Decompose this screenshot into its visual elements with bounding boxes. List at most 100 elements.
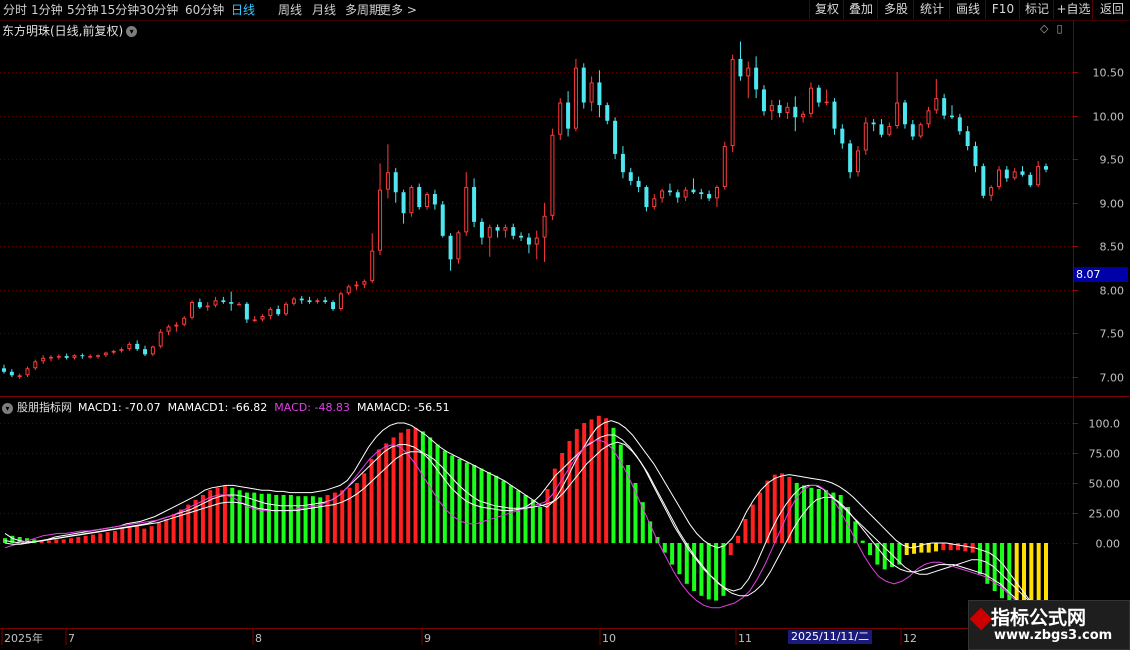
histogram-bar — [567, 441, 572, 543]
candle-body — [237, 303, 242, 306]
histogram-bar — [369, 459, 374, 543]
indicator-tick-label: 100.0 — [1089, 418, 1121, 431]
candle-body — [268, 309, 273, 316]
candle-body — [824, 101, 829, 104]
histogram-bar — [391, 437, 396, 543]
candle-body — [691, 189, 696, 193]
histogram-bar — [156, 522, 161, 543]
histogram-bar — [98, 533, 103, 543]
histogram-bar — [516, 490, 521, 543]
histogram-bar — [266, 493, 271, 543]
histogram-bar — [178, 509, 183, 543]
candle-body — [276, 309, 281, 315]
candle-body — [182, 317, 187, 325]
candle-body — [777, 105, 782, 113]
histogram-bar — [956, 543, 961, 551]
candle-body — [409, 187, 414, 214]
candle-body — [49, 356, 54, 359]
candle-body — [2, 368, 6, 372]
histogram-bar — [288, 495, 293, 543]
candle-body — [840, 128, 845, 144]
histogram-bar — [699, 543, 704, 596]
histogram-bar — [582, 423, 587, 543]
histogram-bar — [281, 495, 286, 543]
candle-body — [464, 187, 469, 233]
candle-body — [730, 58, 735, 147]
candle-body — [323, 300, 328, 303]
candle-body — [417, 187, 422, 208]
histogram-bar — [596, 415, 601, 543]
histogram-bar — [545, 489, 550, 543]
histogram-bar — [46, 540, 51, 543]
candle-body — [425, 194, 430, 208]
histogram-bar — [1000, 543, 1005, 599]
histogram-bar — [772, 474, 777, 543]
histogram-bar — [816, 489, 821, 543]
histogram-bar — [750, 504, 755, 543]
indicator-collapse-icon[interactable]: ▾ — [2, 402, 13, 414]
candle-body — [378, 189, 383, 251]
candle-body — [613, 120, 618, 154]
x-tick-label: 9 — [424, 632, 431, 645]
highlight-date: 2025/11/11/二 — [788, 630, 873, 644]
candle-body — [581, 67, 586, 103]
candle-body — [1028, 174, 1033, 186]
candle-body — [362, 281, 367, 285]
histogram-bar — [670, 543, 675, 565]
candle-body — [895, 102, 900, 127]
candle-body — [699, 192, 704, 194]
price-chart[interactable]: 10.50 10.00 9.50 9.00 8.50 8.00 7.50 7.00 100.0 7… — [0, 0, 1130, 650]
histogram-bar — [457, 459, 462, 543]
indicator-tick-label: 75.00 — [1089, 448, 1121, 461]
candle-body — [973, 146, 978, 167]
candle-body — [863, 122, 868, 151]
histogram-bar — [912, 543, 917, 554]
candle-body — [315, 300, 320, 303]
histogram-bar — [354, 483, 359, 543]
histogram-bar — [362, 473, 367, 543]
histogram-bar — [384, 443, 389, 543]
candle-body — [902, 102, 907, 125]
histogram-bar — [963, 543, 968, 552]
histogram-bar — [523, 495, 528, 543]
histogram-bar — [68, 538, 73, 543]
candle-body — [448, 235, 453, 260]
histogram-bar — [222, 485, 227, 543]
candle-body — [205, 305, 210, 308]
candle-body — [589, 82, 594, 103]
histogram-bar — [904, 543, 909, 555]
candle-body — [785, 106, 790, 113]
candle-body — [597, 82, 602, 106]
x-tick-label: 11 — [738, 632, 752, 645]
candle-body — [143, 349, 148, 355]
candle-body — [667, 190, 672, 193]
candle-body — [644, 187, 649, 208]
candle-body — [942, 98, 947, 116]
histogram-bar — [604, 418, 609, 543]
histogram-bar — [662, 543, 667, 553]
candle-body — [174, 324, 179, 327]
candle-body — [41, 357, 46, 362]
candle-body — [926, 110, 931, 125]
histogram-bar — [200, 495, 205, 543]
candle-body — [503, 227, 508, 231]
indicator-tick-label: 50.00 — [1089, 478, 1121, 491]
candle-body — [511, 227, 516, 236]
histogram-bar — [54, 539, 59, 543]
histogram-bar — [274, 495, 279, 543]
indicator-legend: ▾ 股朋指标网 MACD1: -70.07 MAMACD1: -66.82 MACD: … — [2, 399, 457, 415]
candle-body — [401, 192, 406, 214]
histogram-bar — [215, 487, 220, 543]
candle-body — [1004, 169, 1009, 179]
candle-body — [996, 169, 1001, 188]
candle-body — [197, 302, 202, 308]
histogram-bar — [413, 427, 418, 543]
candle-body — [103, 352, 108, 356]
histogram-bar — [560, 453, 565, 543]
price-tick-label: 8.00 — [1100, 285, 1125, 298]
candle-body — [620, 153, 625, 173]
price-tick-label: 7.50 — [1100, 328, 1125, 341]
candle-body — [542, 215, 547, 238]
candle-body — [910, 124, 915, 137]
legend-item-0: MACD1: -70.07 — [78, 401, 161, 414]
